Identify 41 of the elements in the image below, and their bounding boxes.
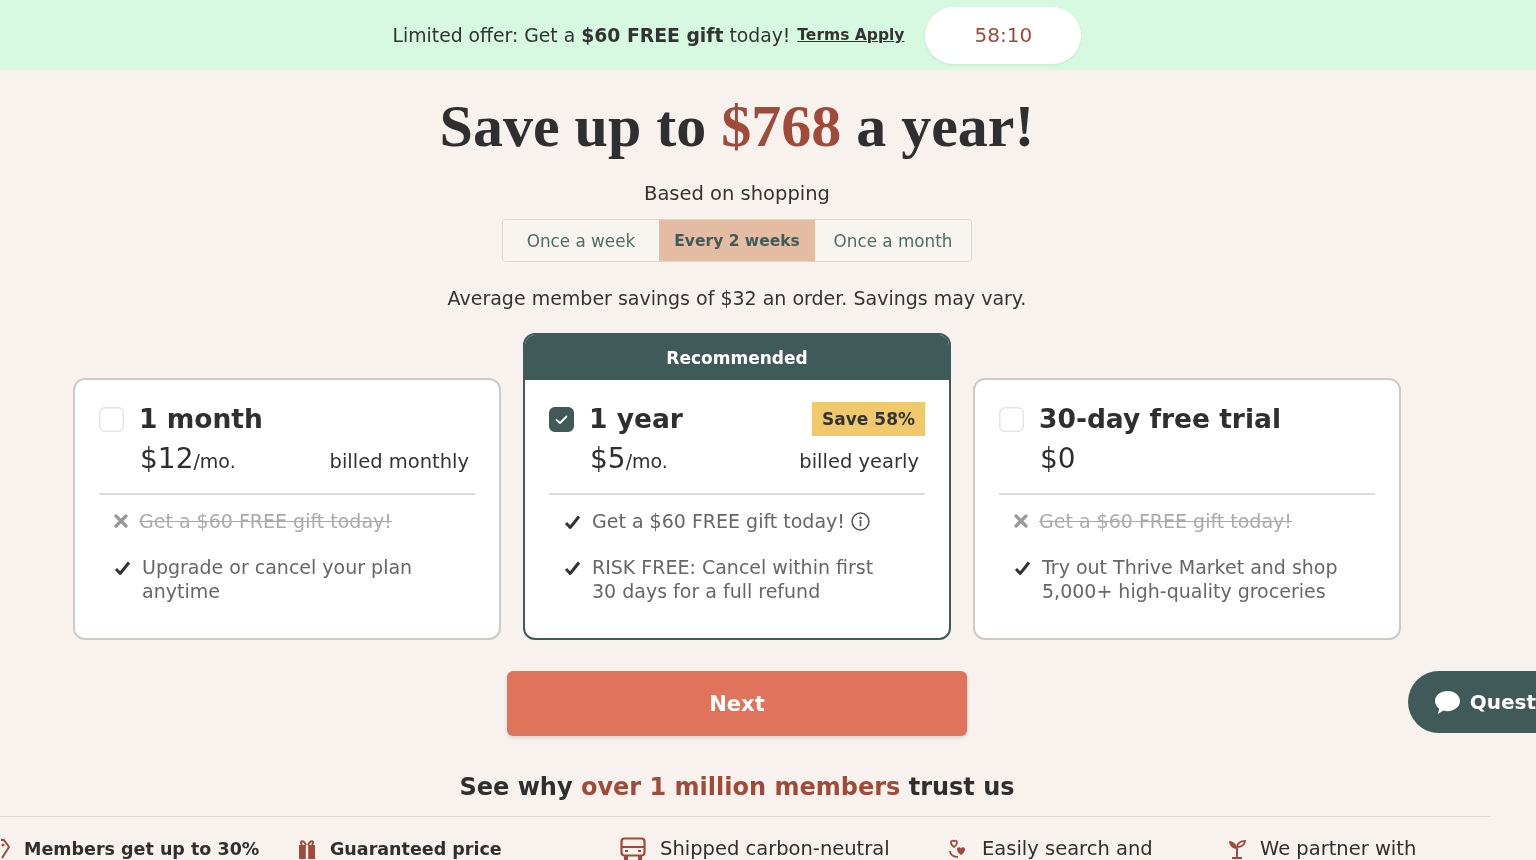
frequency-label: Based on shopping bbox=[643, 182, 831, 206]
benefit-text: Shipped carbon-neutral bbox=[660, 837, 890, 860]
billing-text: billed monthly bbox=[329, 450, 469, 473]
tag-icon bbox=[0, 838, 10, 860]
plan-card[interactable]: 30-day free trial $0 Get a $60 FREE gift today! Try out Thrive Market and shop 5,000+ high-quality groceries bbox=[973, 378, 1401, 640]
chat-button[interactable]: Quest bbox=[1407, 671, 1536, 733]
savings-note: Average member savings of $32 an order. Savings may vary. bbox=[446, 286, 1028, 310]
terms-link[interactable]: Terms Apply bbox=[797, 26, 905, 44]
plan-title: 1 month bbox=[139, 402, 263, 436]
page-headline: Save up to $768 a year! bbox=[438, 92, 1036, 161]
savings-badge: Save 58% bbox=[812, 402, 925, 436]
plan-title: 30-day free trial bbox=[1039, 402, 1281, 436]
plan-price: $12/mo. bbox=[140, 442, 236, 475]
benefit-text: Easily search and bbox=[982, 837, 1153, 860]
feature-text: Get a $60 FREE gift today! bbox=[592, 509, 845, 533]
frequency-tab[interactable]: Every 2 weeks bbox=[659, 220, 815, 261]
sprout-icon bbox=[1228, 839, 1246, 859]
checkbox[interactable] bbox=[549, 406, 574, 432]
benefit-text: Guaranteed price bbox=[330, 838, 502, 860]
hearts-icon bbox=[948, 839, 968, 859]
section-heading: See why over 1 million members trust us bbox=[458, 772, 1016, 802]
gift-icon bbox=[298, 838, 316, 860]
plan-price: $5/mo. bbox=[590, 442, 668, 475]
feature-text: Upgrade or cancel your plan anytime bbox=[142, 555, 414, 603]
plan-price: $0 bbox=[1040, 442, 1076, 475]
speech-bubble-icon bbox=[1433, 689, 1461, 715]
feature-text: Get a $60 FREE gift today! bbox=[1039, 509, 1292, 533]
recommended-header: Recommended bbox=[525, 335, 949, 380]
billing-text: billed yearly bbox=[799, 450, 919, 473]
feature-text: Try out Thrive Market and shop 5,000+ high-quality groceries bbox=[1042, 555, 1339, 603]
benefit-text: Members get up to 30% bbox=[24, 838, 260, 860]
plan-title: 1 year bbox=[589, 402, 683, 436]
van-icon bbox=[620, 837, 646, 860]
feature-text: RISK FREE: Cancel within first 30 days for a full refund bbox=[592, 555, 875, 603]
plan-card[interactable]: Recommended 1 year Save 58% $5/mo. billed yearly Get a $60 FREE gift today! RISK FREE: Cancel within first 30 days for a full refund bbox=[523, 333, 951, 640]
info-icon[interactable] bbox=[850, 512, 870, 531]
offer-text: Limited offer: Get a $60 FREE gift today! bbox=[392, 24, 791, 46]
plan-card[interactable]: 1 month $12/mo. billed monthly Get a $60 FREE gift today! Upgrade or cancel your plan anytime bbox=[73, 378, 501, 640]
benefit-text: We partner with bbox=[1260, 837, 1417, 860]
countdown-timer: 58:10 bbox=[925, 6, 1082, 64]
feature-text: Get a $60 FREE gift today! bbox=[139, 509, 392, 533]
